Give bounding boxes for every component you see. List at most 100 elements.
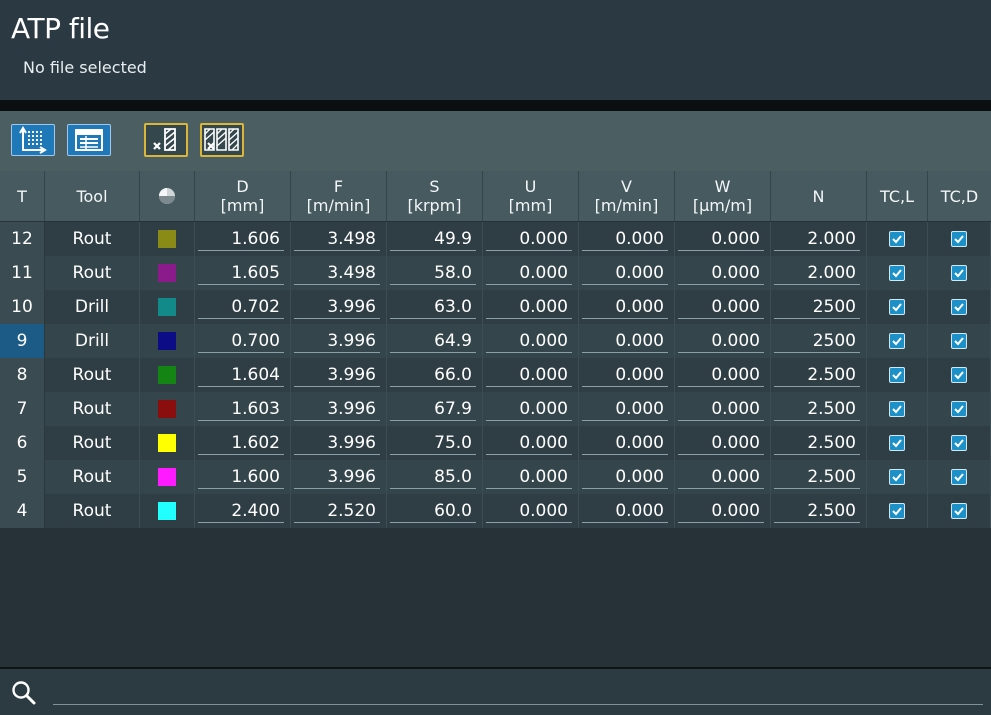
tcl-checkbox[interactable] xyxy=(889,299,905,315)
value-field-n[interactable]: 2.000 xyxy=(774,228,860,251)
value-field-v[interactable]: 0.000 xyxy=(582,398,668,421)
value-field-n[interactable]: 2.500 xyxy=(774,364,860,387)
tcl-checkbox[interactable] xyxy=(889,469,905,485)
column-header-v[interactable]: V [m/min] xyxy=(579,171,675,221)
tcd-checkbox[interactable] xyxy=(951,435,967,451)
tcl-checkbox[interactable] xyxy=(889,435,905,451)
value-field-f[interactable]: 2.520 xyxy=(294,500,380,523)
remove-all-tools-button[interactable] xyxy=(200,123,244,157)
value-field-s[interactable]: 60.0 xyxy=(390,500,476,523)
color-swatch[interactable] xyxy=(158,434,176,452)
column-header-s[interactable]: S [krpm] xyxy=(387,171,483,221)
column-header-d[interactable]: D [mm] xyxy=(195,171,291,221)
table-row[interactable]: 6 Rout 1.602 3.996 75.0 0.000 0.000 0.000 2.500 xyxy=(0,426,991,460)
value-field-n[interactable]: 2.000 xyxy=(774,262,860,285)
value-field-v[interactable]: 0.000 xyxy=(582,262,668,285)
remove-tool-button[interactable] xyxy=(144,123,188,157)
search-icon[interactable] xyxy=(11,680,37,706)
tool-number-cell[interactable]: 12 xyxy=(0,222,45,256)
column-header-u[interactable]: U [mm] xyxy=(483,171,579,221)
tcd-checkbox[interactable] xyxy=(951,299,967,315)
color-swatch[interactable] xyxy=(158,230,176,248)
tool-number-cell[interactable]: 4 xyxy=(0,494,45,528)
column-header-tcl[interactable]: TC,L xyxy=(867,171,928,221)
color-swatch[interactable] xyxy=(158,502,176,520)
value-field-u[interactable]: 0.000 xyxy=(486,262,572,285)
table-row[interactable]: 12 Rout 1.606 3.498 49.9 0.000 0.000 0.000 2.000 xyxy=(0,222,991,256)
value-field-s[interactable]: 58.0 xyxy=(390,262,476,285)
tool-number-cell[interactable]: 10 xyxy=(0,290,45,324)
table-row[interactable]: 8 Rout 1.604 3.996 66.0 0.000 0.000 0.000 2.500 xyxy=(0,358,991,392)
tool-number-cell[interactable]: 11 xyxy=(0,256,45,290)
tcd-checkbox[interactable] xyxy=(951,401,967,417)
column-header-n[interactable]: N xyxy=(771,171,867,221)
value-field-n[interactable]: 2500 xyxy=(774,330,860,353)
value-field-u[interactable]: 0.000 xyxy=(486,364,572,387)
value-field-v[interactable]: 0.000 xyxy=(582,432,668,455)
value-field-s[interactable]: 75.0 xyxy=(390,432,476,455)
value-field-f[interactable]: 3.996 xyxy=(294,330,380,353)
value-field-d[interactable]: 1.606 xyxy=(198,228,284,251)
value-field-s[interactable]: 67.9 xyxy=(390,398,476,421)
tcd-checkbox[interactable] xyxy=(951,469,967,485)
tcd-checkbox[interactable] xyxy=(951,231,967,247)
value-field-w[interactable]: 0.000 xyxy=(678,466,764,489)
value-field-d[interactable]: 2.400 xyxy=(198,500,284,523)
value-field-w[interactable]: 0.000 xyxy=(678,398,764,421)
value-field-d[interactable]: 0.702 xyxy=(198,296,284,319)
table-row[interactable]: 11 Rout 1.605 3.498 58.0 0.000 0.000 0.000 2.000 xyxy=(0,256,991,290)
tool-number-cell[interactable]: 6 xyxy=(0,426,45,460)
value-field-s[interactable]: 85.0 xyxy=(390,466,476,489)
color-swatch[interactable] xyxy=(158,298,176,316)
value-field-u[interactable]: 0.000 xyxy=(486,500,572,523)
value-field-n[interactable]: 2.500 xyxy=(774,466,860,489)
column-header-t[interactable]: T xyxy=(0,171,45,221)
search-input[interactable] xyxy=(53,681,983,705)
value-field-u[interactable]: 0.000 xyxy=(486,432,572,455)
value-field-v[interactable]: 0.000 xyxy=(582,330,668,353)
column-header-w[interactable]: W [μm/m] xyxy=(675,171,771,221)
tcl-checkbox[interactable] xyxy=(889,401,905,417)
value-field-v[interactable]: 0.000 xyxy=(582,228,668,251)
tcl-checkbox[interactable] xyxy=(889,231,905,247)
tcl-checkbox[interactable] xyxy=(889,367,905,383)
table-row[interactable]: 7 Rout 1.603 3.996 67.9 0.000 0.000 0.000 2.500 xyxy=(0,392,991,426)
value-field-f[interactable]: 3.498 xyxy=(294,262,380,285)
value-field-v[interactable]: 0.000 xyxy=(582,364,668,387)
value-field-n[interactable]: 2.500 xyxy=(774,432,860,455)
value-field-v[interactable]: 0.000 xyxy=(582,466,668,489)
value-field-d[interactable]: 1.605 xyxy=(198,262,284,285)
tcl-checkbox[interactable] xyxy=(889,333,905,349)
value-field-n[interactable]: 2.500 xyxy=(774,500,860,523)
tool-number-cell[interactable]: 7 xyxy=(0,392,45,426)
tcd-checkbox[interactable] xyxy=(951,367,967,383)
color-swatch[interactable] xyxy=(158,468,176,486)
value-field-v[interactable]: 0.000 xyxy=(582,296,668,319)
table-row[interactable]: 5 Rout 1.600 3.996 85.0 0.000 0.000 0.000 2.500 xyxy=(0,460,991,494)
value-field-v[interactable]: 0.000 xyxy=(582,500,668,523)
value-field-s[interactable]: 63.0 xyxy=(390,296,476,319)
tcd-checkbox[interactable] xyxy=(951,265,967,281)
value-field-s[interactable]: 49.9 xyxy=(390,228,476,251)
value-field-w[interactable]: 0.000 xyxy=(678,500,764,523)
color-swatch[interactable] xyxy=(158,366,176,384)
value-field-d[interactable]: 1.603 xyxy=(198,398,284,421)
value-field-d[interactable]: 1.602 xyxy=(198,432,284,455)
value-field-w[interactable]: 0.000 xyxy=(678,262,764,285)
value-field-w[interactable]: 0.000 xyxy=(678,330,764,353)
value-field-s[interactable]: 64.9 xyxy=(390,330,476,353)
table-row[interactable]: 10 Drill 0.702 3.996 63.0 0.000 0.000 0.000 2500 xyxy=(0,290,991,324)
value-field-f[interactable]: 3.996 xyxy=(294,466,380,489)
value-field-w[interactable]: 0.000 xyxy=(678,228,764,251)
tcd-checkbox[interactable] xyxy=(951,333,967,349)
color-swatch[interactable] xyxy=(158,332,176,350)
column-header-color[interactable] xyxy=(140,171,195,221)
tool-number-cell[interactable]: 9 xyxy=(0,324,45,358)
tcl-checkbox[interactable] xyxy=(889,503,905,519)
value-field-f[interactable]: 3.996 xyxy=(294,398,380,421)
value-field-d[interactable]: 1.604 xyxy=(198,364,284,387)
value-field-u[interactable]: 0.000 xyxy=(486,228,572,251)
value-field-f[interactable]: 3.498 xyxy=(294,228,380,251)
tcl-checkbox[interactable] xyxy=(889,265,905,281)
tool-number-cell[interactable]: 8 xyxy=(0,358,45,392)
